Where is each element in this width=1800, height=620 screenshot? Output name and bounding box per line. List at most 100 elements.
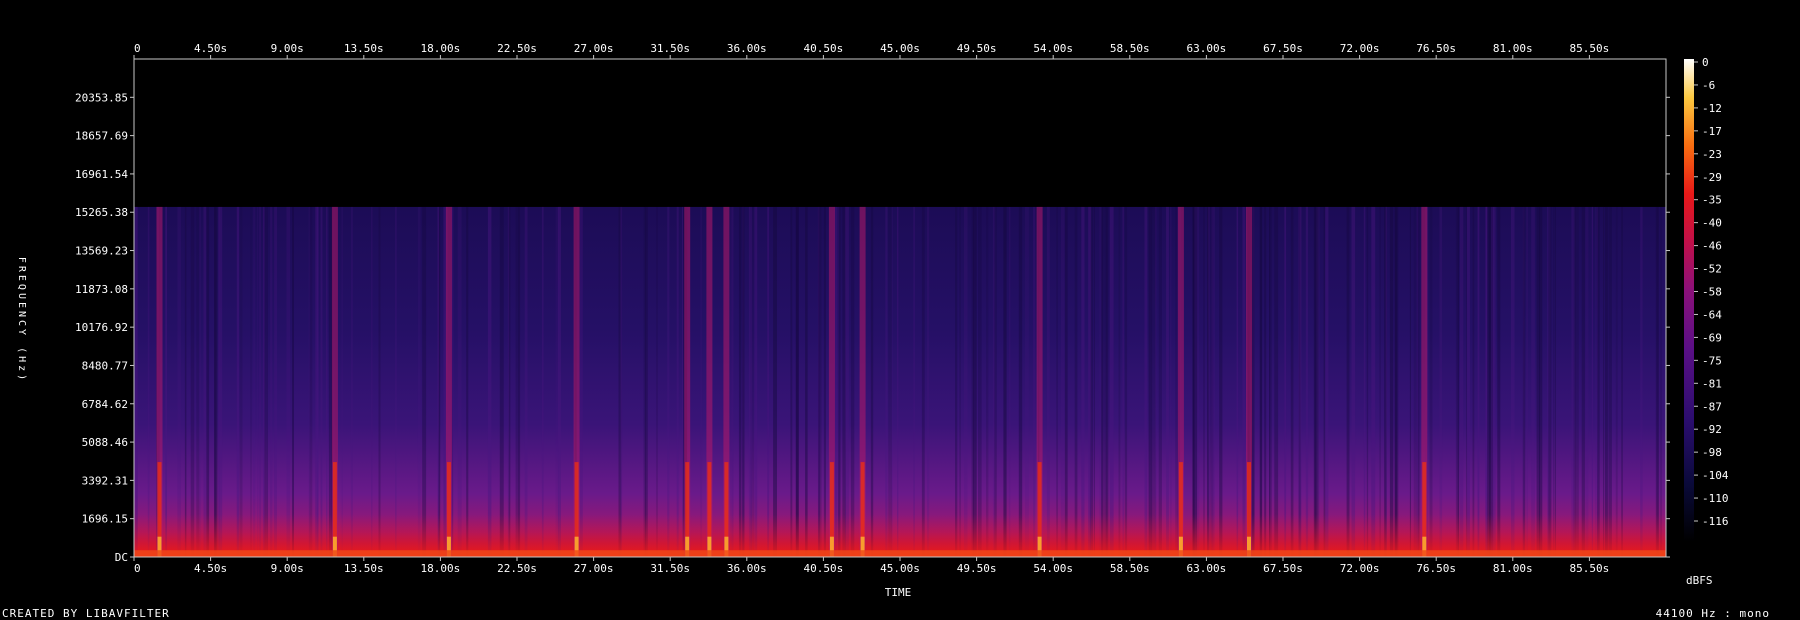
spectrum-texture xyxy=(682,206,684,557)
spectrum-texture xyxy=(1008,206,1011,557)
colorbar-tick-label: -29 xyxy=(1702,171,1722,184)
spectrum-texture xyxy=(422,206,427,557)
spectrum-texture xyxy=(921,206,925,557)
x-tick-label-bottom: 45.00s xyxy=(880,562,920,575)
spectrum-texture xyxy=(218,206,223,557)
spectrum-texture xyxy=(206,206,210,557)
colorbar-tick-label: -92 xyxy=(1702,423,1722,436)
spectrum-texture xyxy=(1305,206,1309,557)
x-tick-label-bottom: 58.50s xyxy=(1110,562,1150,575)
spectrum-texture xyxy=(1242,206,1245,557)
spectrum-texture xyxy=(417,206,421,557)
spectrum-texture xyxy=(1621,206,1623,557)
spectrum-texture xyxy=(1603,206,1605,557)
spectrum-texture xyxy=(250,206,252,557)
spectrum-texture xyxy=(1366,206,1369,557)
spectrum-texture xyxy=(1575,206,1579,557)
spectrum-texture xyxy=(341,206,343,557)
spectrum-texture xyxy=(499,206,504,557)
spectrum-texture xyxy=(644,206,648,557)
x-tick-label-top: 81.00s xyxy=(1493,42,1533,55)
spectrum-texture xyxy=(1109,206,1114,557)
spectrum-texture xyxy=(557,206,561,557)
spectrum-texture xyxy=(748,206,753,557)
x-tick-label-bottom: 27.00s xyxy=(574,562,614,575)
x-tick-label-top: 4.50s xyxy=(194,42,227,55)
spectrum-texture xyxy=(1548,206,1552,557)
x-tick-label-top: 67.50s xyxy=(1263,42,1303,55)
spectrogram-plot-area xyxy=(134,59,1666,557)
spectrum-texture xyxy=(1269,206,1271,557)
x-tick-label-top: 76.50s xyxy=(1416,42,1456,55)
spectrum-texture xyxy=(1655,206,1658,557)
spectrum-texture xyxy=(1074,206,1078,557)
x-tick-label-bottom: 31.50s xyxy=(650,562,690,575)
x-tick-label-top: 18.00s xyxy=(421,42,461,55)
spectrum-texture xyxy=(1660,206,1662,557)
x-tick-label-bottom: 22.50s xyxy=(497,562,537,575)
colorbar-tick-label: -40 xyxy=(1702,217,1722,230)
spectrum-texture xyxy=(1526,206,1528,557)
colorbar-tick-label: -98 xyxy=(1702,446,1722,459)
spectrum-texture xyxy=(986,206,989,557)
spectrum-texture xyxy=(1211,206,1215,557)
spectrum-texture xyxy=(214,206,217,557)
spectrum-texture xyxy=(927,206,930,557)
spectrum-body xyxy=(134,206,1666,557)
sample-rate-text: 44100 Hz : mono xyxy=(1655,607,1770,620)
x-tick-label-bottom: 40.50s xyxy=(804,562,844,575)
spectrum-texture xyxy=(994,206,997,557)
spectrum-texture xyxy=(1472,206,1475,557)
spectrum-texture xyxy=(1429,206,1433,557)
spectrum-texture xyxy=(1170,206,1172,557)
spectrum-texture xyxy=(1018,206,1023,557)
x-tick-label-top: 49.50s xyxy=(957,42,997,55)
spectrum-texture xyxy=(321,206,323,557)
spectrum-texture xyxy=(897,206,899,557)
spectrum-texture xyxy=(667,206,670,557)
spectrum-texture xyxy=(1146,206,1148,557)
colorbar-tick-label: -52 xyxy=(1702,263,1722,276)
spectrum-texture xyxy=(1413,206,1417,557)
spectrum-texture xyxy=(1466,206,1470,557)
x-tick-label-top: 45.00s xyxy=(880,42,920,55)
x-tick-label-bottom: 76.50s xyxy=(1416,562,1456,575)
spectrum-texture xyxy=(1539,206,1543,557)
colorbar-tick-label: -81 xyxy=(1702,377,1722,390)
spectrum-texture xyxy=(1485,206,1488,557)
spectrum-texture xyxy=(134,206,138,557)
colorbar-tick-label: -75 xyxy=(1702,354,1722,367)
spectrum-texture xyxy=(1346,206,1350,557)
spectrum-texture xyxy=(1118,206,1121,557)
spectrum-texture xyxy=(264,206,267,557)
spectrum-texture xyxy=(773,206,777,557)
spectrum-texture xyxy=(1193,206,1198,557)
y-tick-label: 6784.62 xyxy=(82,398,128,411)
x-tick-label-top: 9.00s xyxy=(271,42,304,55)
colorbar-tick-label: -12 xyxy=(1702,102,1722,115)
spectrogram-chart: 0 4.50s 9.00s 13.50s 18.00s 22.50s 27.00s 31.50… xyxy=(16,42,1729,599)
spectrum-texture xyxy=(1290,206,1294,557)
spectrum-texture xyxy=(1640,206,1643,557)
x-tick-label-bottom: 72.00s xyxy=(1340,562,1380,575)
spectrum-texture xyxy=(1124,206,1128,557)
dc-band xyxy=(134,550,1666,557)
spectrum-texture xyxy=(1439,206,1443,557)
spectrum-texture xyxy=(184,206,187,557)
colorbar-tick-label: -104 xyxy=(1702,469,1729,482)
spectrum-texture xyxy=(270,206,273,557)
y-tick-label: 20353.85 xyxy=(75,91,128,104)
x-tick-label-bottom: 9.00s xyxy=(271,562,304,575)
x-tick-label-bottom: 81.00s xyxy=(1493,562,1533,575)
spectrum-texture xyxy=(1122,206,1124,557)
x-tick-label-top: 40.50s xyxy=(804,42,844,55)
spectrum-texture xyxy=(1093,206,1095,557)
x-tick-label-top: 0 xyxy=(134,42,141,55)
spectrum-texture xyxy=(1595,206,1597,557)
spectrum-texture xyxy=(1371,206,1376,557)
spectrum-texture xyxy=(1313,206,1317,557)
spectrum-texture xyxy=(286,206,290,557)
spectrum-texture xyxy=(190,206,195,557)
spectrum-texture xyxy=(1571,206,1575,557)
time-axis-top: 0 4.50s 9.00s 13.50s 18.00s 22.50s 27.00s 31.50… xyxy=(133,42,1609,59)
